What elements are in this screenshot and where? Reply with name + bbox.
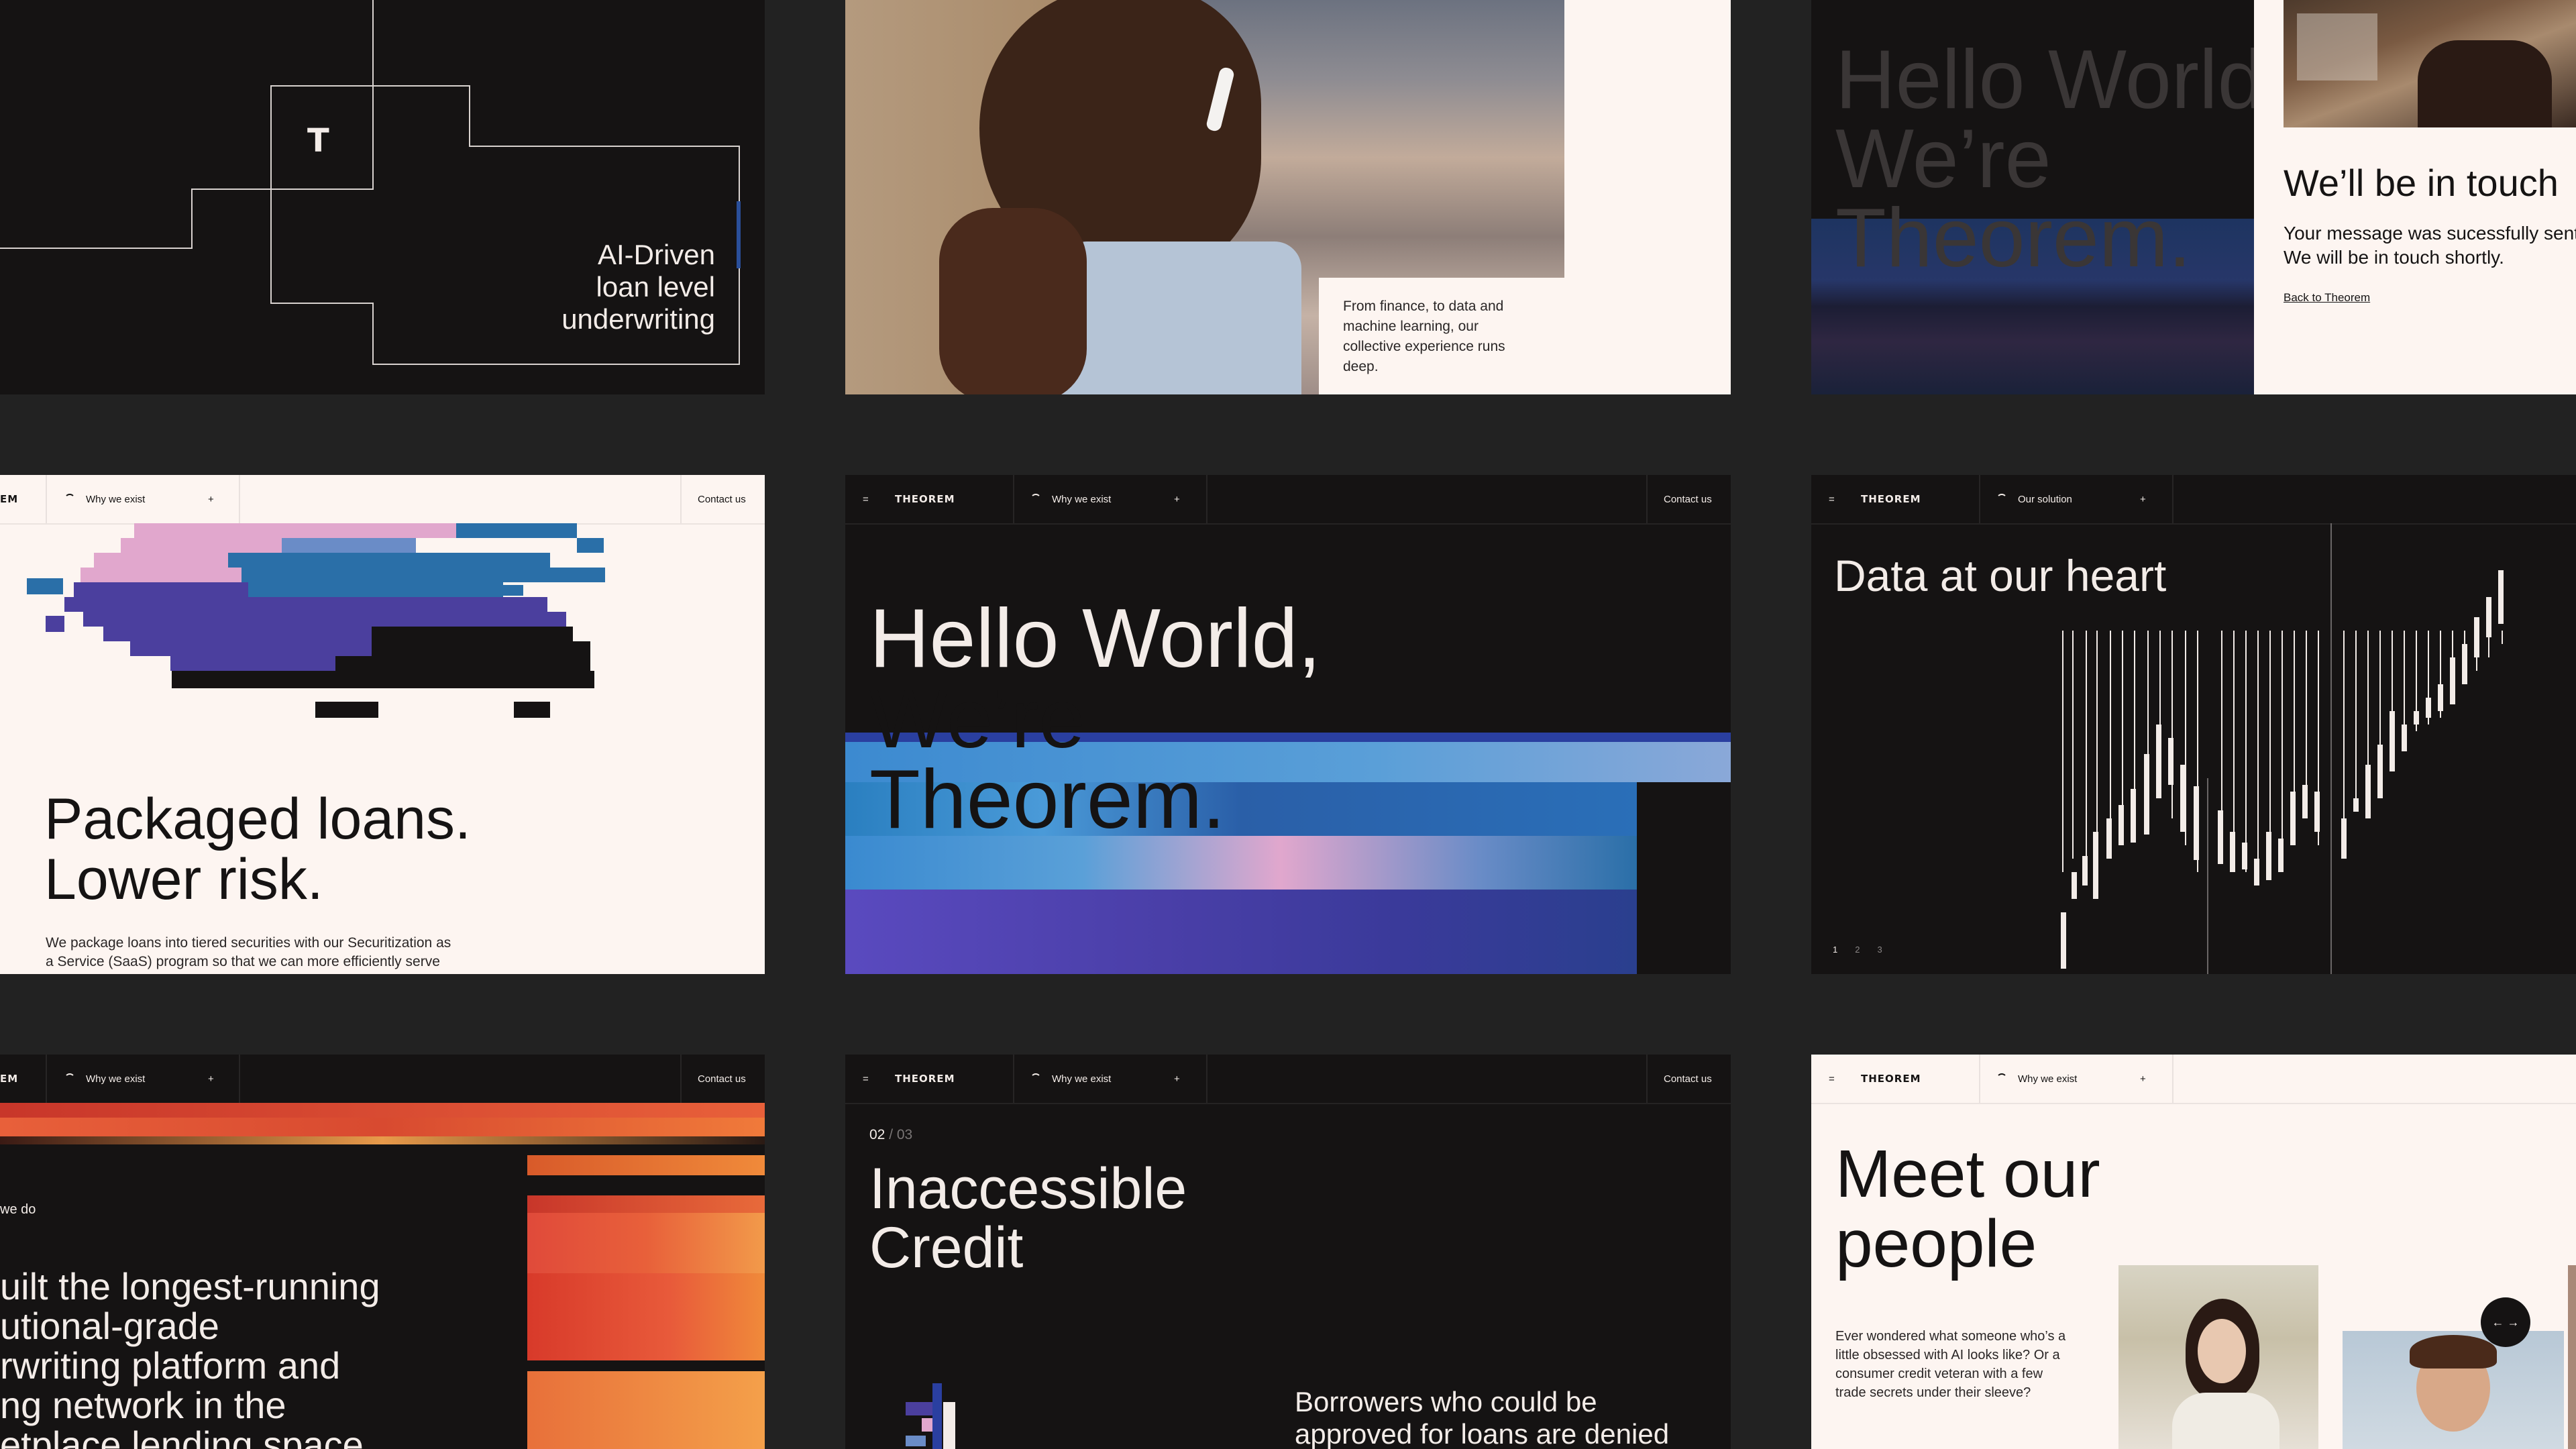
- pager: 1 2 3: [1833, 945, 1882, 955]
- expand-plus-icon[interactable]: +: [2140, 475, 2146, 523]
- nav-why-we-exist[interactable]: Why we exist: [64, 475, 145, 523]
- dim-hero-headline: Hello World We’re Theorem.: [1835, 34, 2264, 284]
- loading-icon: [1996, 1073, 2007, 1084]
- nav-why-we-exist[interactable]: Why we exist: [64, 1055, 145, 1103]
- caption-card: From finance, to data and machine learni…: [1319, 278, 1564, 394]
- person-photo-2[interactable]: [2343, 1331, 2564, 1449]
- tile-data-at-our-heart: = THEOREM Our solution + Data at our hea…: [1811, 475, 2576, 974]
- nav-contact-us[interactable]: Contact us: [698, 475, 746, 523]
- expand-plus-icon[interactable]: +: [1174, 475, 1180, 523]
- loading-icon: [64, 1073, 75, 1084]
- packaged-loans-body: We package loans into tiered securities …: [46, 935, 451, 969]
- loading-icon: [1030, 494, 1041, 504]
- pager-item-3[interactable]: 3: [1877, 945, 1882, 955]
- top-nav: = THEOREM Our solution +: [1811, 475, 2576, 525]
- contact-card: We’ll be in touch Your message was suces…: [2254, 0, 2576, 394]
- loading-icon: [64, 494, 75, 504]
- inaccessible-credit-body: Borrowers who could be approved for loan…: [1295, 1386, 1670, 1449]
- theorem-logo[interactable]: THEOREM: [895, 475, 955, 523]
- caption-text: From finance, to data and machine learni…: [1343, 299, 1505, 374]
- portrait-right-margin: [1564, 0, 1731, 394]
- carousel-arrows-button[interactable]: ← →: [2481, 1297, 2530, 1347]
- contact-success-title: We’ll be in touch: [2284, 162, 2559, 204]
- office-photo: [2284, 0, 2576, 127]
- nav-contact-us[interactable]: Contact us: [1664, 1055, 1712, 1103]
- arrows-icon: ← →: [2491, 1315, 2520, 1329]
- contact-success-msg2: We will be in touch shortly.: [2284, 247, 2504, 268]
- what-we-do-eyebrow: we do: [0, 1202, 36, 1217]
- tile-meet-our-people: = THEOREM Why we exist + Meet our people…: [1811, 1055, 2576, 1449]
- top-nav: = THEOREM Why we exist + Contact us: [845, 475, 1731, 525]
- what-we-do-headline: uilt the longest-running utional-grade r…: [0, 1265, 380, 1449]
- top-nav: = THEOREM Why we exist +: [1811, 1055, 2576, 1104]
- menu-icon[interactable]: =: [863, 475, 869, 523]
- theorem-logo[interactable]: THEOREM: [895, 1055, 955, 1103]
- pager-item-1[interactable]: 1: [1833, 945, 1837, 955]
- menu-icon[interactable]: =: [1829, 475, 1835, 523]
- pager-item-2[interactable]: 2: [1855, 945, 1860, 955]
- tile-contact-success: Hello World We’re Theorem. We’ll be in t…: [1811, 0, 2576, 394]
- tile-team-portrait: From finance, to data and machine learni…: [845, 0, 1731, 394]
- menu-icon[interactable]: =: [1829, 1055, 1835, 1103]
- person-photo-1[interactable]: [2118, 1265, 2318, 1449]
- nav-why-we-exist[interactable]: Why we exist: [1030, 1055, 1111, 1103]
- data-lines-graphic: [2061, 523, 2504, 974]
- person-photo-3-edge: [2568, 1265, 2576, 1449]
- loading-icon: [1030, 1073, 1041, 1084]
- nav-our-solution[interactable]: Our solution: [1996, 475, 2072, 523]
- packaged-loans-headline: Packaged loans. Lower risk.: [44, 787, 471, 912]
- tile-ai-driven: T AI-Driven loan level underwriting: [0, 0, 765, 394]
- loading-icon: [1996, 494, 2007, 504]
- meet-people-headline: Meet our people: [1835, 1136, 2100, 1281]
- logo-fragment[interactable]: EM: [0, 475, 18, 523]
- nav-why-we-exist[interactable]: Why we exist: [1030, 475, 1111, 523]
- meet-people-body: Ever wondered what someone who’s a littl…: [1835, 1329, 2066, 1400]
- logo-fragment[interactable]: EM: [0, 1055, 18, 1103]
- back-to-theorem-link[interactable]: Back to Theorem: [2284, 291, 2370, 305]
- inaccessible-credit-headline: Inaccessible Credit: [869, 1157, 1187, 1280]
- expand-plus-icon[interactable]: +: [1174, 1055, 1180, 1103]
- hero-headline: Hello World, We’re Theorem.: [869, 592, 1322, 846]
- pixel-wave-graphic: [27, 523, 605, 718]
- tile-inaccessible-credit: = THEOREM Why we exist + Contact us 02 /…: [845, 1055, 1731, 1449]
- top-nav: EM Why we exist + Contact us: [0, 475, 765, 525]
- expand-plus-icon[interactable]: +: [2140, 1055, 2146, 1103]
- t-mark-icon: T: [307, 122, 329, 160]
- tile-packaged-loans: EM Why we exist + Contact us Packaged lo…: [0, 475, 765, 974]
- tile-what-we-do: EM Why we exist + Contact us we do uilt …: [0, 1055, 765, 1449]
- top-nav: EM Why we exist + Contact us: [0, 1055, 765, 1104]
- slide-counter: 02 / 03: [869, 1127, 913, 1142]
- bars-graphic: [906, 1383, 955, 1449]
- contact-success-msg1: Your message was sucessfully sent.: [2284, 223, 2576, 244]
- nav-contact-us[interactable]: Contact us: [698, 1055, 746, 1103]
- nav-contact-us[interactable]: Contact us: [1664, 475, 1712, 523]
- menu-icon[interactable]: =: [863, 1055, 869, 1103]
- top-nav: = THEOREM Why we exist + Contact us: [845, 1055, 1731, 1104]
- theorem-logo[interactable]: THEOREM: [1861, 1055, 1921, 1103]
- expand-plus-icon[interactable]: +: [208, 1055, 214, 1103]
- expand-plus-icon[interactable]: +: [208, 475, 214, 523]
- nav-why-we-exist[interactable]: Why we exist: [1996, 1055, 2077, 1103]
- theorem-logo[interactable]: THEOREM: [1861, 475, 1921, 523]
- tile-hello-world-hero: = THEOREM Why we exist + Contact us Hell…: [845, 475, 1731, 974]
- ai-driven-headline: AI-Driven loan level underwriting: [561, 239, 715, 335]
